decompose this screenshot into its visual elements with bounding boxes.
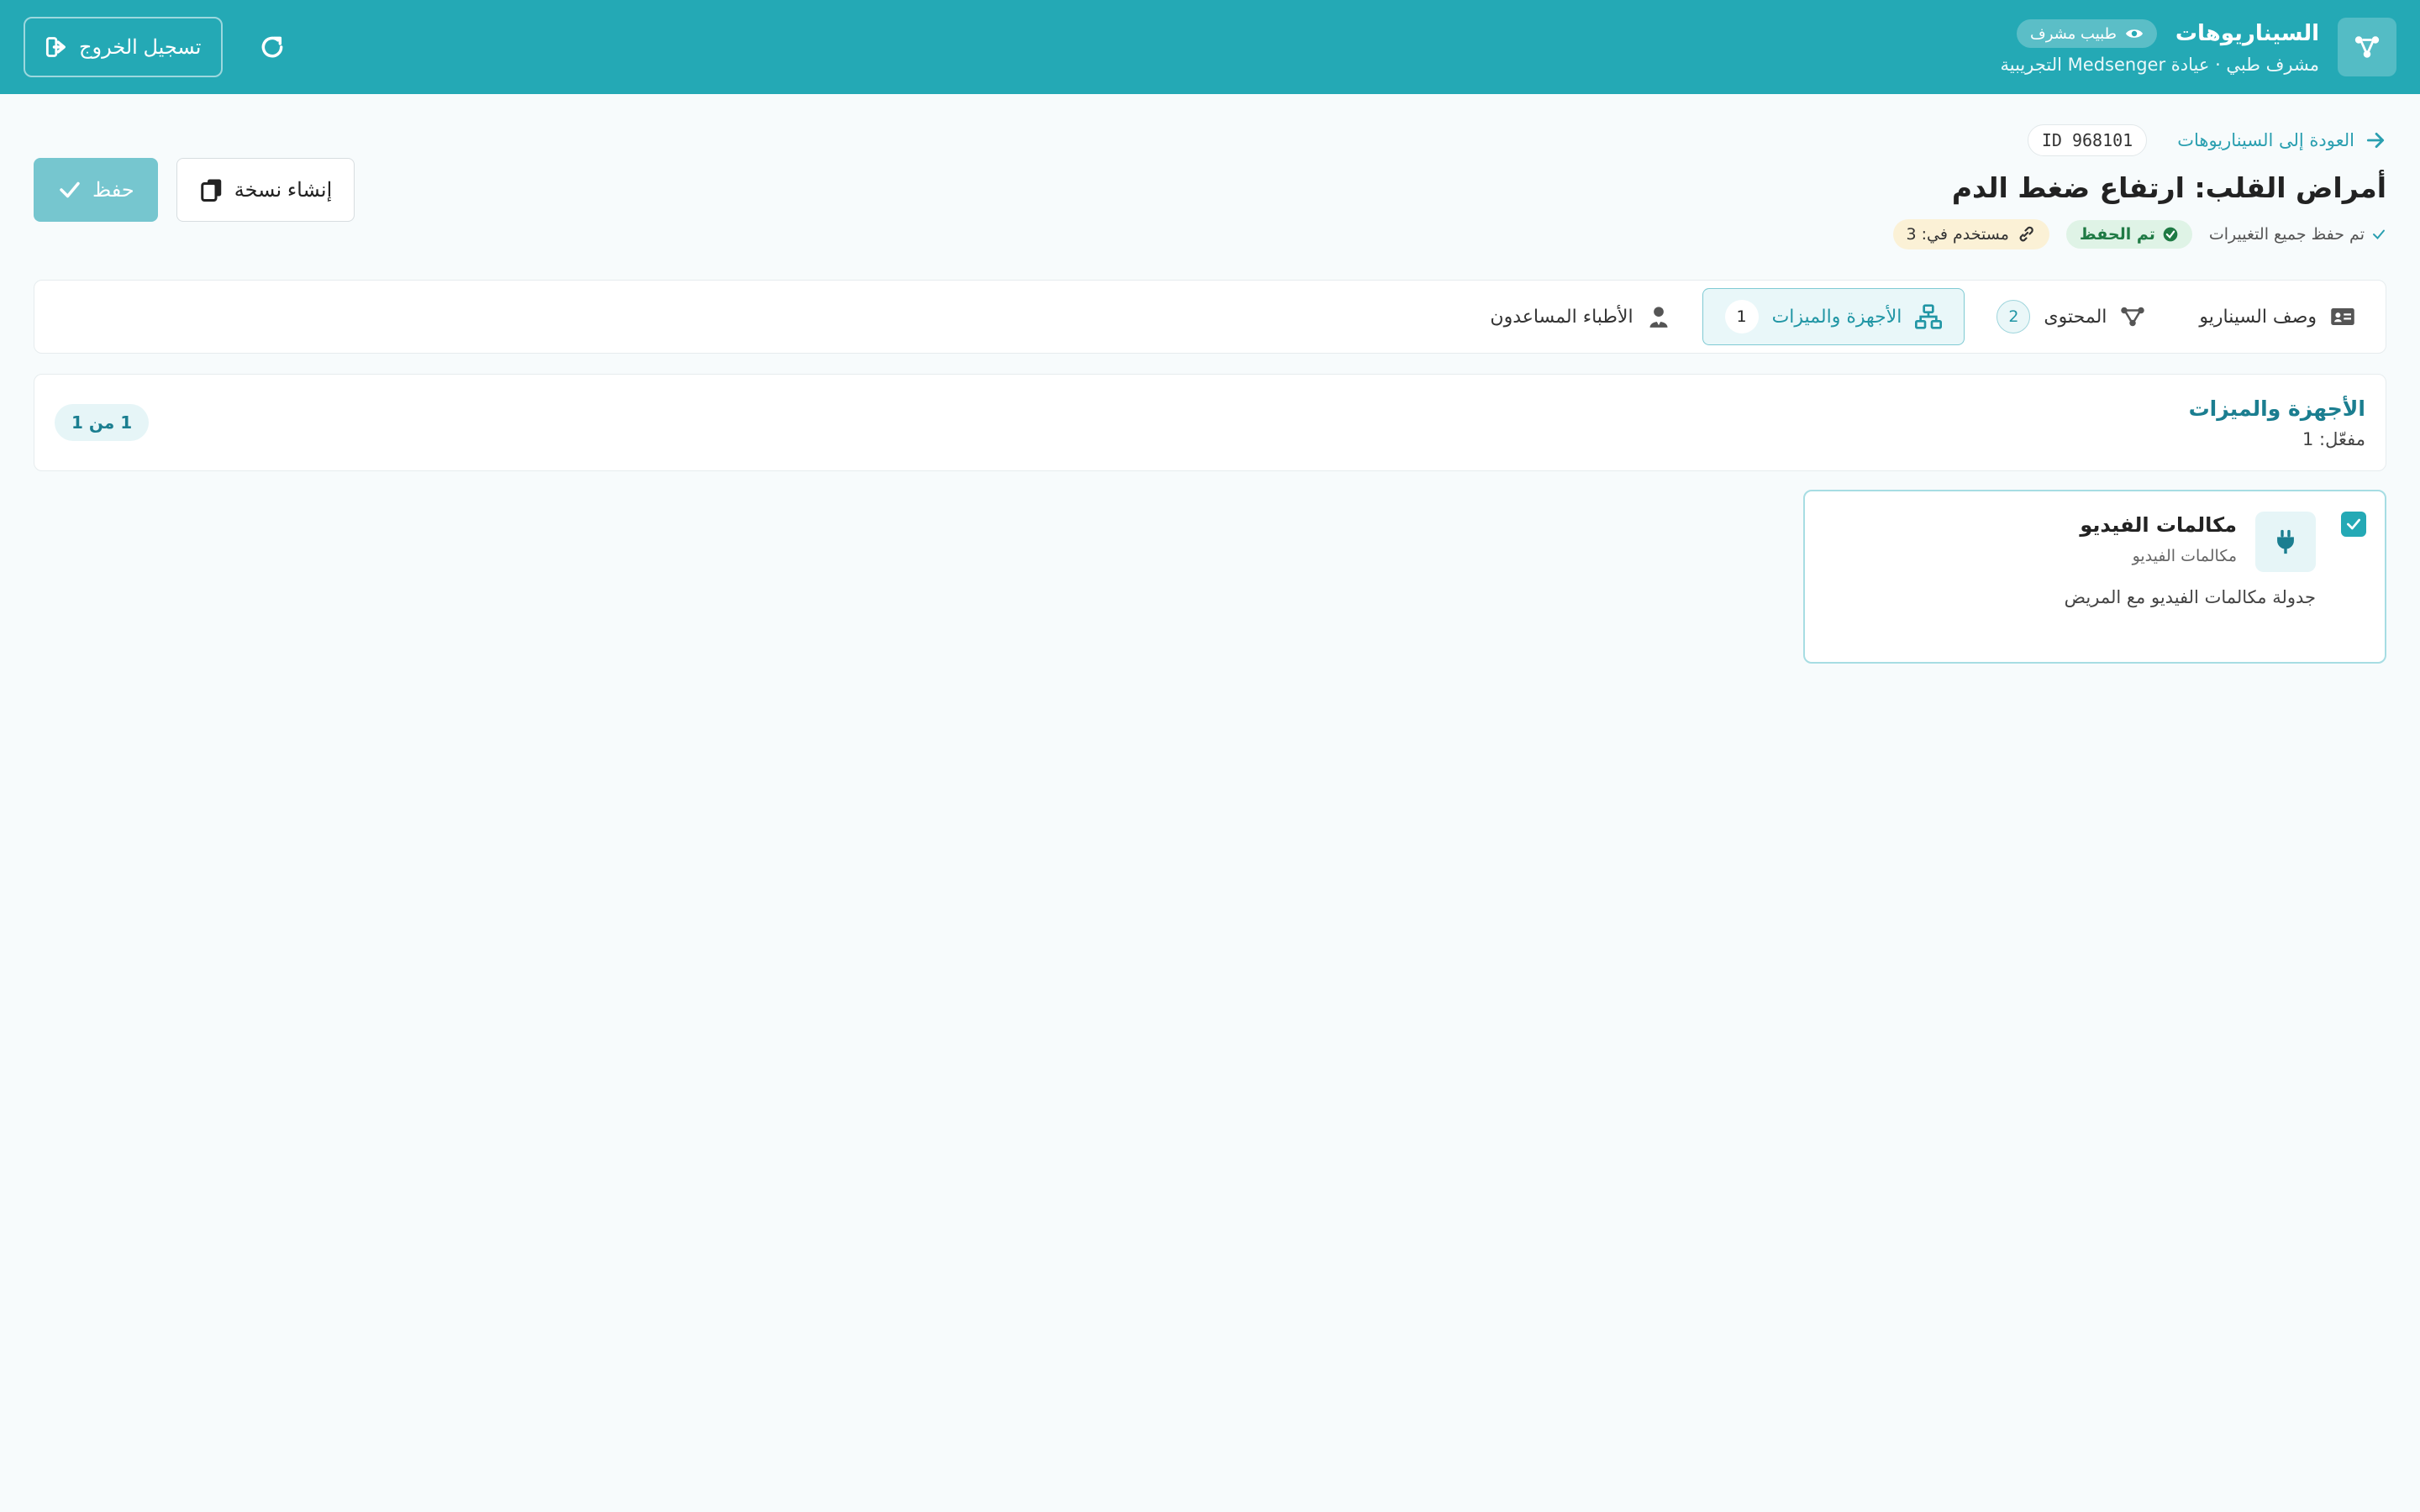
check-icon: [2347, 518, 2360, 530]
section-texts: الأجهزة والميزات مفعّل: 1: [2189, 396, 2365, 449]
used-in-label: مستخدم في: 3: [1906, 225, 2009, 244]
section-header: الأجهزة والميزات مفعّل: 1 1 من 1: [34, 374, 2386, 471]
tab-content-count: 2: [1996, 300, 2031, 333]
create-copy-button[interactable]: إنشاء نسخة: [176, 158, 355, 222]
network-icon: [1915, 304, 1943, 329]
tab-description[interactable]: وصف السيناريو: [2177, 288, 2377, 345]
check-icon: [60, 181, 80, 198]
id-card-icon: [2331, 308, 2354, 325]
save-button[interactable]: حفظ: [34, 158, 158, 222]
logout-label: تسجيل الخروج: [79, 35, 202, 59]
role-badge: طبيب مشرف: [2017, 19, 2157, 48]
copy-label: إنشاء نسخة: [234, 178, 333, 202]
brand: السيناريوهات طبيب مشرف مشرف طبي · عيادة …: [2000, 18, 2396, 76]
saved-badge: تم الحفظ: [2065, 220, 2192, 249]
tabs-bar: وصف السيناريو المحتوى 2 الأجهزة والميزات…: [34, 280, 2386, 354]
tab-devices-features-count: 1: [1724, 300, 1759, 333]
top-actions: تسجيل الخروج: [24, 17, 292, 77]
tab-content-label: المحتوى: [2044, 306, 2107, 328]
section-title: الأجهزة والميزات: [2188, 396, 2365, 421]
back-label: العودة إلى السيناريوهات: [2177, 130, 2354, 150]
tab-assistant-doctors[interactable]: الأطباء المساعدون: [1468, 288, 1691, 345]
tab-description-label: وصف السيناريو: [2199, 306, 2317, 328]
check-circle-icon: [2163, 227, 2178, 242]
saved-all-status: تم حفظ جميع التغييرات: [2209, 225, 2386, 244]
app-title: السيناريوهات: [2175, 21, 2319, 46]
tab-devices-features-label: الأجهزة والميزات: [1771, 306, 1902, 328]
scenario-id-badge: ID 968101: [2027, 124, 2148, 156]
back-to-scenarios-link[interactable]: العودة إلى السيناريوهات: [2177, 129, 2386, 151]
top-bar: السيناريوهات طبيب مشرف مشرف طبي · عيادة …: [0, 0, 2420, 94]
brand-text: السيناريوهات طبيب مشرف مشرف طبي · عيادة …: [2000, 19, 2320, 75]
copy-icon: [201, 179, 222, 202]
feature-title: مكالمات الفيديو: [2080, 513, 2237, 537]
check-icon: [2373, 229, 2385, 239]
tab-assistant-doctors-label: الأطباء المساعدون: [1490, 306, 1634, 328]
scenarios-logo-icon[interactable]: [2338, 18, 2396, 76]
plug-icon: [2255, 512, 2316, 572]
diagram-icon: [2121, 307, 2145, 327]
save-label: حفظ: [92, 178, 134, 202]
items-count-badge: 1 من 1: [55, 404, 150, 441]
refresh-button[interactable]: [253, 28, 292, 66]
tab-devices-features[interactable]: الأجهزة والميزات 1: [1702, 288, 1965, 345]
user-subtitle: مشرف طبي · عيادة Medsenger التجريبية: [2000, 55, 2320, 75]
eye-icon: [2125, 29, 2144, 38]
arrow-right-icon: [2366, 133, 2385, 148]
link-icon: [2019, 226, 2033, 242]
page-header: العودة إلى السيناريوهات ID 968101 أمراض …: [34, 124, 2386, 267]
saved-all-label: تم حفظ جميع التغييرات: [2208, 225, 2365, 244]
enabled-count: مفعّل: 1: [2302, 428, 2365, 449]
page-header-info: العودة إلى السيناريوهات ID 968101 أمراض …: [1892, 124, 2386, 249]
logout-button[interactable]: تسجيل الخروج: [24, 17, 224, 77]
feature-description: جدولة مكالمات الفيديو مع المريض: [2064, 587, 2316, 607]
status-row: تم حفظ جميع التغييرات تم الحفظ مستخدم في…: [1892, 219, 2386, 249]
tab-content[interactable]: المحتوى 2: [1975, 288, 2167, 345]
feature-checkbox[interactable]: [2341, 512, 2366, 537]
used-in-badge[interactable]: مستخدم في: 3: [1892, 219, 2049, 249]
saved-badge-label: تم الحفظ: [2079, 225, 2155, 244]
doctor-icon: [1649, 307, 1668, 328]
refresh-icon: [262, 36, 283, 58]
page-title: أمراض القلب: ارتفاع ضغط الدم: [1951, 171, 2386, 204]
sign-out-icon: [45, 37, 66, 57]
feature-card-video-calls[interactable]: مكالمات الفيديو مكالمات الفيديو جدولة مك…: [1803, 490, 2386, 664]
page-actions: حفظ إنشاء نسخة: [34, 158, 355, 222]
role-label: طبيب مشرف: [2030, 24, 2117, 43]
feature-subtitle: مكالمات الفيديو: [2132, 547, 2237, 565]
